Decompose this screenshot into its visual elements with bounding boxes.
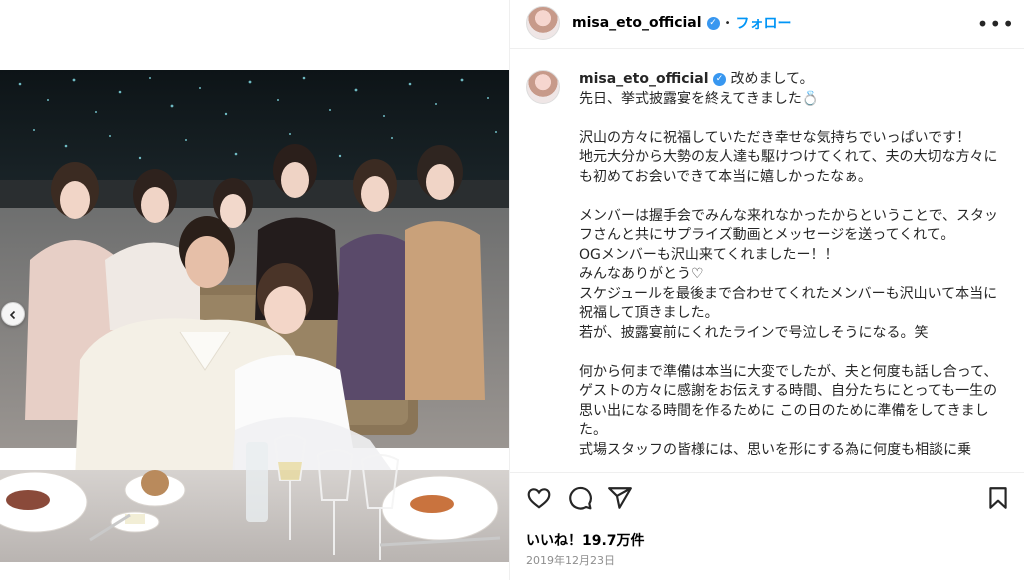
avatar[interactable] [526,6,560,40]
post-date[interactable]: 2019年12月23日 [526,552,615,568]
post-header: misa_eto_official ✓ • フォロー ••• [510,0,1024,49]
action-bar: いいね！19.7万件 2019年12月23日 [510,472,1024,581]
likes-count[interactable]: いいね！19.7万件 [526,530,645,550]
chevron-left-icon [8,305,18,324]
post-details-pane: misa_eto_official ✓ • フォロー ••• misa_eto_… [509,0,1024,580]
post-photo[interactable] [0,70,509,562]
share-icon[interactable] [607,485,633,511]
more-horizontal-icon[interactable]: ••• [977,12,1015,36]
separator-dot: • [724,17,731,29]
verified-badge-icon: ✓ [706,16,720,30]
caption-first-line: 改めまして。 [730,71,814,87]
caption-body: 先日、挙式披露宴を終えてきました💍 沢山の方々に祝福していただき幸せな気持ちでい… [579,90,999,458]
caption-text: misa_eto_official ✓ 改めまして。 先日、挙式披露宴を終えてき… [579,70,999,460]
media-pane [0,0,509,580]
follow-button[interactable]: フォロー [735,13,791,33]
caption-avatar[interactable] [526,70,560,104]
header-username[interactable]: misa_eto_official [572,15,702,31]
heart-icon[interactable] [526,485,552,511]
caption-verified-badge-icon: ✓ [713,72,727,86]
header-user-row: misa_eto_official ✓ • フォロー [572,13,791,33]
bookmark-icon[interactable] [985,485,1011,511]
previous-photo-button[interactable] [1,302,25,326]
caption-username[interactable]: misa_eto_official [579,71,709,87]
caption-area: misa_eto_official ✓ 改めまして。 先日、挙式披露宴を終えてき… [510,58,1024,470]
comment-icon[interactable] [567,485,593,511]
wedding-photo-image [0,70,509,562]
